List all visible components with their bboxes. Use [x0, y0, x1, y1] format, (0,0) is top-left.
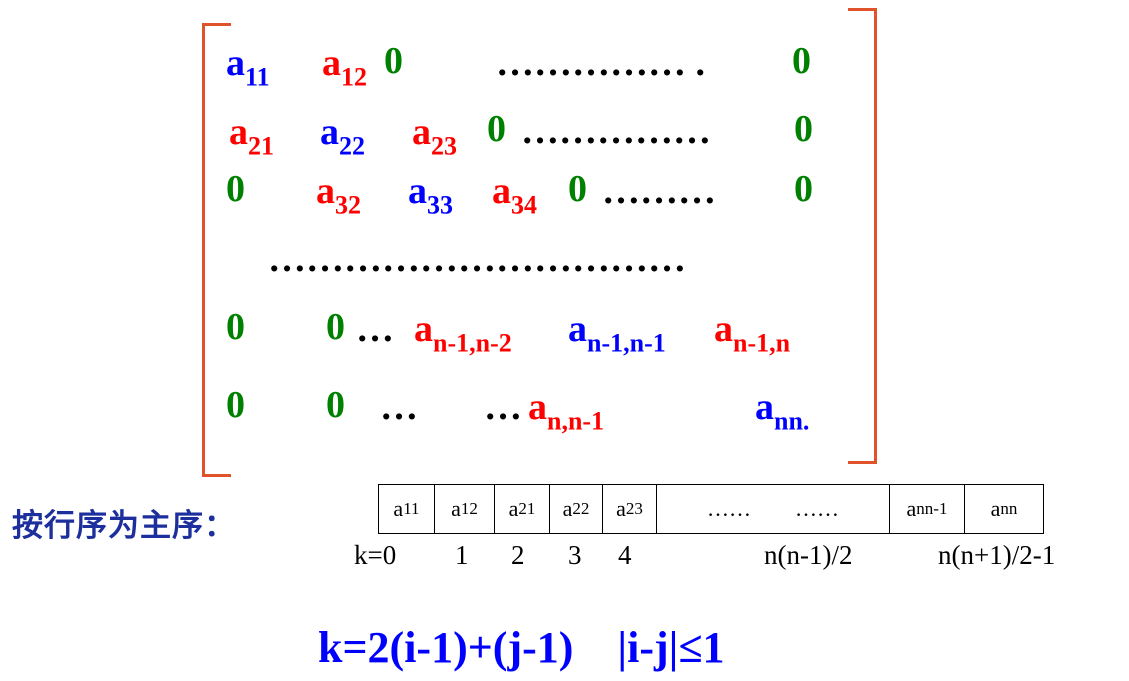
k-label: 3 — [568, 540, 582, 570]
storage-slot: a 21 — [495, 485, 550, 533]
k-label: n(n-1)/2 — [764, 540, 853, 570]
k-label: 1 — [455, 540, 469, 570]
matrix-cell-a21: a21 — [229, 111, 274, 161]
matrix-ellipsis: …………… — [521, 110, 711, 152]
matrix-zero: 0 — [794, 168, 813, 210]
matrix-cell-ann-1: an,n-1 — [528, 386, 605, 436]
storage-slot: a 11 — [379, 485, 435, 533]
matrix-zero: 0 — [226, 384, 245, 426]
matrix-zero: 0 — [792, 40, 811, 82]
matrix-zero: 0 — [384, 40, 403, 82]
matrix-cell-an-1n: an-1,n — [714, 308, 791, 358]
right-bracket — [848, 8, 877, 464]
matrix-ellipsis: … — [380, 386, 418, 428]
matrix-cell-a11: a11 — [226, 42, 270, 92]
matrix-zero: 0 — [794, 108, 813, 150]
matrix-cell-a34: a34 — [492, 170, 537, 220]
matrix-zero: 0 — [226, 168, 245, 210]
storage-slot: a 12 — [435, 485, 495, 533]
storage-array: a 11 a 12 a 21 a 22 a 23 …… …… a nn-1 a nn — [378, 484, 1044, 534]
matrix-zero: 0 — [487, 108, 506, 150]
index-formula: k=2(i-1)+(j-1) |i-j|≤1 — [318, 623, 725, 672]
matrix-cell-a22: a22 — [320, 111, 365, 161]
row-major-label: 按行序为主序： — [12, 508, 236, 544]
matrix-ellipsis: ……… — [602, 170, 716, 212]
matrix-ellipsis: … — [484, 386, 522, 428]
matrix-cell-a23: a23 — [412, 111, 457, 161]
storage-slot-ellipsis: …… …… — [657, 485, 890, 533]
matrix-zero: 0 — [326, 306, 345, 348]
matrix-ellipsis: …………………………… — [268, 238, 686, 280]
matrix-zero: 0 — [568, 168, 587, 210]
matrix-cell-an-1n-1: an-1,n-1 — [568, 308, 666, 358]
matrix-ellipsis: …………… . — [496, 42, 705, 84]
storage-slot: a 23 — [603, 485, 657, 533]
matrix-cell-ann: ann. — [755, 386, 810, 436]
matrix-ellipsis: … — [356, 308, 394, 350]
storage-slot: a nn-1 — [890, 485, 965, 533]
matrix-cell-a32: a32 — [316, 170, 361, 220]
k-label: 4 — [618, 540, 632, 570]
k-label: n(n+1)/2-1 — [938, 540, 1056, 570]
storage-slot: a 22 — [550, 485, 603, 533]
matrix-cell-a12: a12 — [322, 42, 367, 92]
k-label: 2 — [511, 540, 525, 570]
matrix-zero: 0 — [326, 384, 345, 426]
matrix-zero: 0 — [226, 306, 245, 348]
matrix-cell-an-1n-2: an-1,n-2 — [414, 308, 512, 358]
storage-slot: a nn — [990, 496, 1018, 521]
k-label: k=0 — [354, 540, 397, 570]
matrix-cell-a33: a33 — [408, 170, 453, 220]
